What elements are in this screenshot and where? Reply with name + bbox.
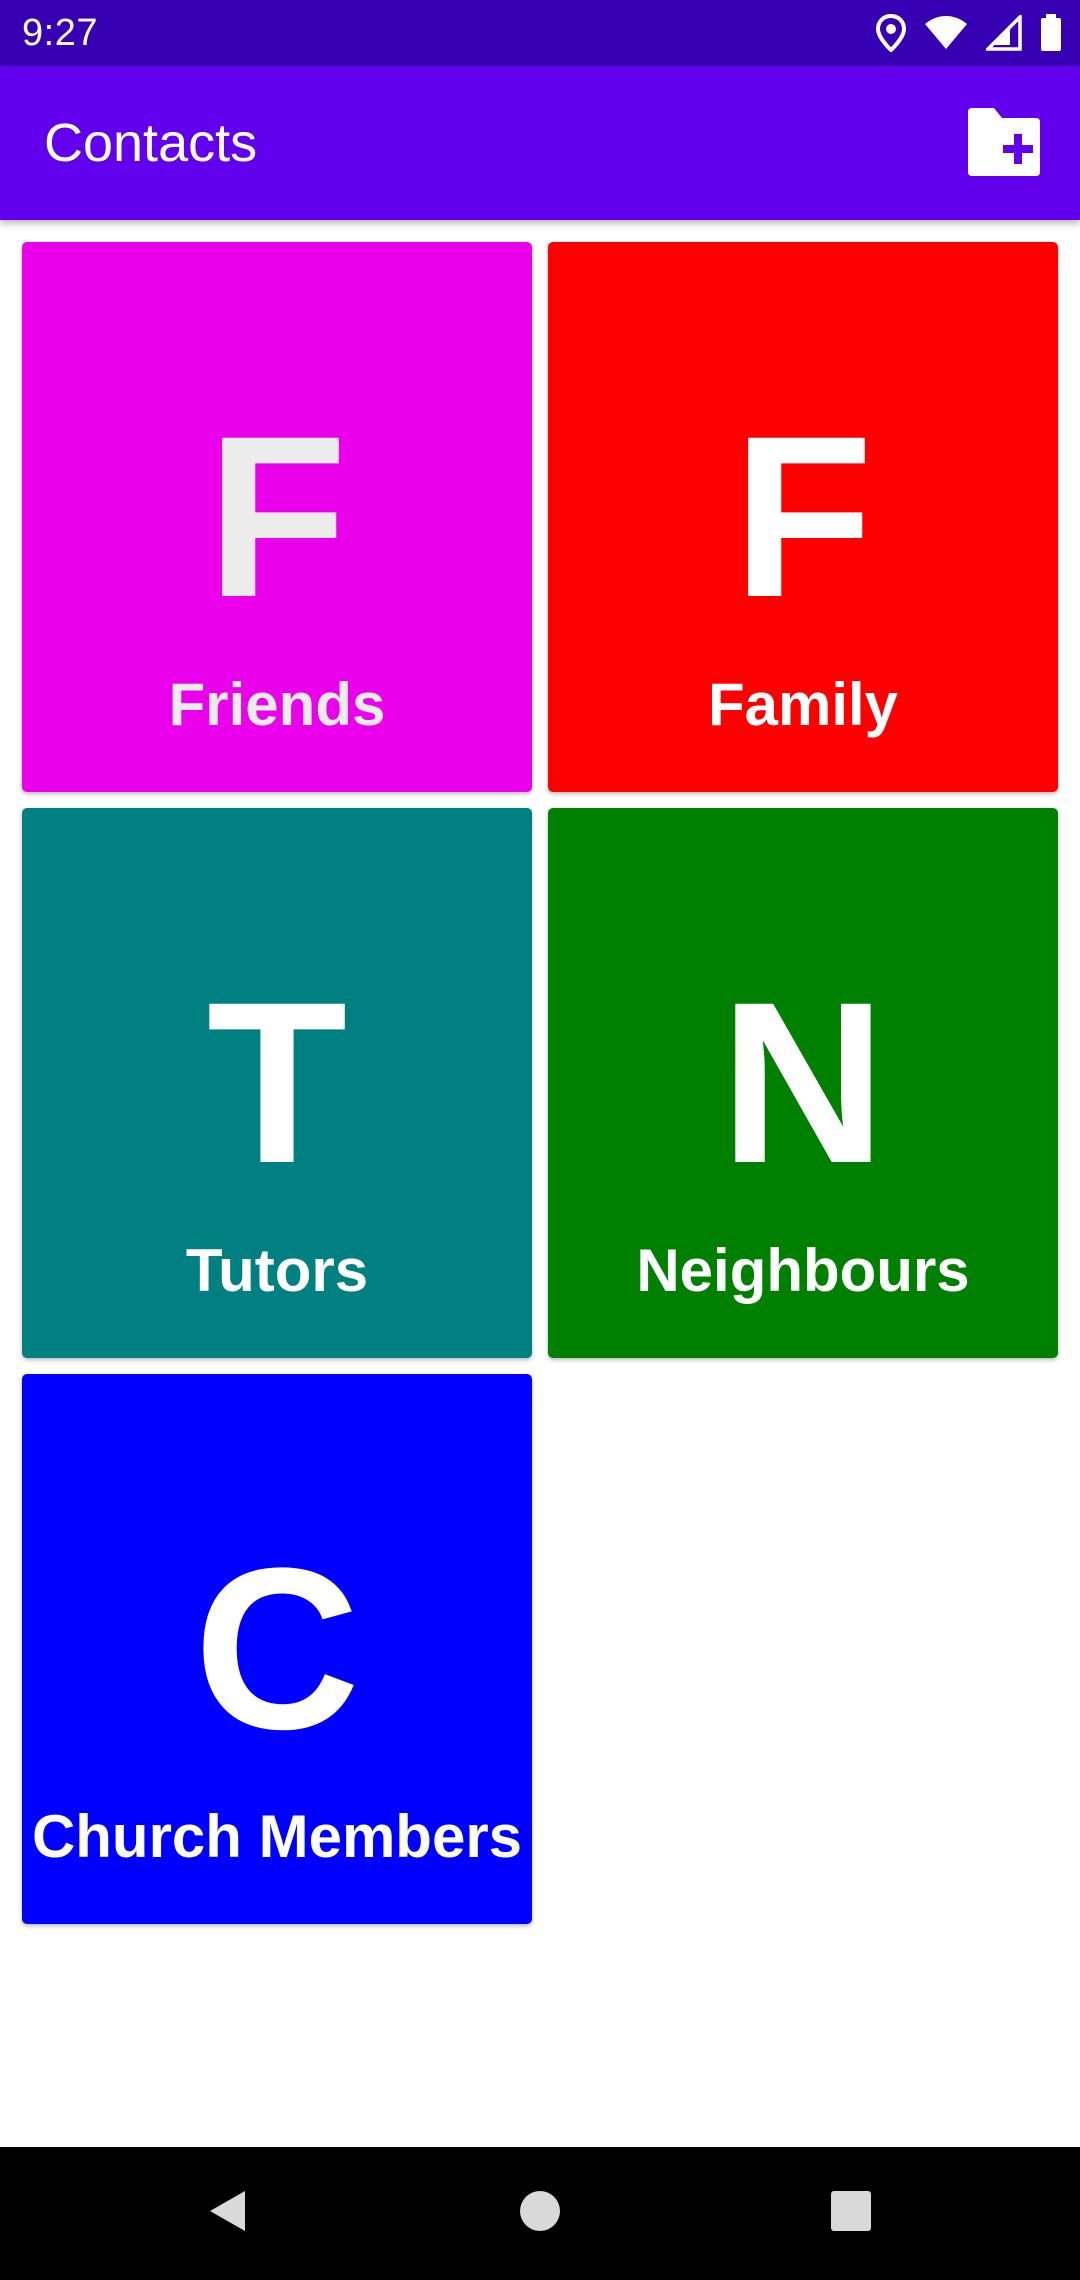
back-icon bbox=[205, 2187, 249, 2240]
location-icon bbox=[876, 14, 906, 52]
group-initial: F bbox=[732, 388, 874, 645]
status-time: 9:27 bbox=[22, 12, 98, 54]
group-label: Friends bbox=[168, 671, 386, 738]
recents-button[interactable] bbox=[784, 2147, 917, 2280]
add-group-button[interactable] bbox=[964, 106, 1044, 180]
group-label: Neighbours bbox=[636, 1237, 970, 1304]
group-tile-neighbours[interactable]: N Neighbours bbox=[548, 808, 1058, 1358]
group-tile-friends[interactable]: F Friends bbox=[22, 242, 532, 792]
wifi-icon bbox=[924, 15, 968, 51]
group-label: Church Members bbox=[31, 1803, 523, 1870]
signal-icon bbox=[986, 15, 1022, 51]
group-tile-tutors[interactable]: T Tutors bbox=[22, 808, 532, 1358]
status-icons bbox=[876, 12, 1062, 54]
page-title: Contacts bbox=[44, 113, 258, 173]
status-bar: 9:27 bbox=[0, 0, 1080, 66]
groups-grid: F Friends F Family T Tutors N Neighbours… bbox=[22, 242, 1058, 1924]
back-button[interactable] bbox=[160, 2147, 293, 2280]
group-tile-church-members[interactable]: C Church Members bbox=[22, 1374, 532, 1924]
group-tile-family[interactable]: F Family bbox=[548, 242, 1058, 792]
home-button[interactable] bbox=[473, 2147, 606, 2280]
group-initial: N bbox=[719, 954, 887, 1211]
group-label: Tutors bbox=[185, 1237, 369, 1304]
folder-add-icon bbox=[964, 108, 1044, 184]
battery-icon bbox=[1040, 14, 1062, 52]
group-initial: F bbox=[206, 388, 348, 645]
recents-icon bbox=[830, 2190, 872, 2237]
group-label: Family bbox=[707, 671, 899, 738]
home-icon bbox=[519, 2190, 561, 2237]
navigation-bar bbox=[0, 2147, 1080, 2280]
group-initial: C bbox=[193, 1520, 361, 1777]
group-initial: T bbox=[206, 954, 348, 1211]
app-bar: Contacts bbox=[0, 66, 1080, 220]
